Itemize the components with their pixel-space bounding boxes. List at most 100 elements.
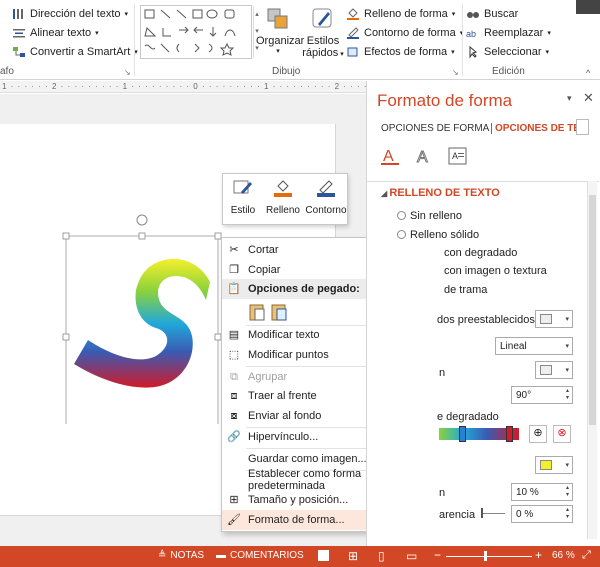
- text-direction-button[interactable]: Dirección del texto ▾: [12, 8, 128, 20]
- radio-gradient-fill[interactable]: con degradado: [444, 247, 517, 259]
- radio-pattern-fill[interactable]: de trama: [444, 284, 487, 296]
- position-label: n: [439, 487, 446, 499]
- radio-solid-fill[interactable]: Relleno sólido: [397, 229, 479, 241]
- align-text-button[interactable]: Alinear texto ▾: [12, 27, 99, 39]
- quick-styles-button[interactable]: Estilos rápidos ▾: [302, 6, 344, 59]
- selected-shape[interactable]: [60, 204, 230, 424]
- clipboard-icon: 📋: [227, 283, 241, 295]
- section-text-fill[interactable]: ◢ RELLENO DE TEXTO: [381, 187, 500, 199]
- pane-title: Formato de forma: [377, 91, 513, 110]
- svg-text:A: A: [417, 149, 428, 166]
- smartart-icon: [12, 46, 26, 58]
- add-stop-icon[interactable]: ⊕: [529, 425, 547, 443]
- pane-options-icon[interactable]: ▾: [567, 93, 572, 104]
- fill-button[interactable]: Relleno: [263, 178, 303, 216]
- shape-outline-button[interactable]: Contorno de forma▾: [346, 27, 463, 39]
- paste-as-picture-icon[interactable]: [270, 302, 288, 325]
- format-shape-pane: Formato de forma ▾ ✕ OPCIONES DE FORMA O…: [366, 81, 600, 546]
- style-button[interactable]: Estilo: [225, 178, 261, 216]
- binoculars-icon: [466, 8, 480, 20]
- find-button[interactable]: Buscar: [466, 8, 518, 20]
- effects-icon: [346, 46, 360, 58]
- radio-picture-fill[interactable]: con imagen o textura: [444, 265, 547, 277]
- close-icon[interactable]: ✕: [583, 90, 594, 106]
- fit-slide-icon[interactable]: ⤢: [582, 549, 591, 562]
- horizontal-ruler: 1 · · · · · · 2 · · · · · · · · · 1 · · …: [0, 81, 587, 93]
- replace-button[interactable]: ab Reemplazar ▾: [466, 27, 551, 39]
- copy-icon: ❐: [229, 264, 239, 276]
- transparency-spinner[interactable]: 0 % ▴ ▾: [511, 505, 573, 523]
- zoom-level[interactable]: 66 %: [552, 550, 575, 561]
- tab-shape-options[interactable]: OPCIONES DE FORMA: [381, 123, 489, 134]
- zoom-slider-thumb[interactable]: [484, 551, 487, 561]
- text-effects-icon[interactable]: A: [413, 145, 435, 170]
- mini-toolbar: Estilo Relleno Contorno: [222, 173, 348, 225]
- drawing-group-label: Dibujo: [272, 66, 301, 77]
- edit-text-icon: ▤: [228, 329, 240, 341]
- separator: [367, 181, 599, 182]
- textbox-icon[interactable]: A: [447, 145, 469, 170]
- preset-gradients-dropdown[interactable]: ▾: [535, 310, 573, 328]
- paragraph-group-label: afo: [0, 66, 14, 77]
- status-bar: ≜ NOTAS ▬ COMENTARIOS ⊞ ▯ ▭ − + 66 % ⤢: [0, 546, 600, 567]
- comment-icon: ▬: [216, 550, 226, 561]
- radio-no-fill[interactable]: Sin relleno: [397, 210, 462, 222]
- group-icon: ⧉: [230, 371, 238, 383]
- slideshow-icon[interactable]: ▭: [406, 549, 417, 563]
- svg-text:A: A: [383, 148, 394, 165]
- shape-effects-button[interactable]: Efectos de forma ▾: [346, 46, 455, 58]
- separator: [134, 4, 135, 76]
- gradient-type-dropdown[interactable]: Lineal ▾: [495, 337, 573, 355]
- replace-icon: ab: [466, 27, 480, 39]
- transparency-label: arencia: [439, 509, 476, 521]
- outline-button[interactable]: Contorno: [305, 178, 347, 216]
- pane-scrollbar[interactable]: [587, 181, 597, 539]
- preset-gradients-label: dos preestablecidos: [437, 314, 535, 326]
- collapse-ribbon-icon[interactable]: ^: [586, 68, 590, 78]
- shape-fill-button[interactable]: Relleno de forma ▾: [346, 8, 455, 20]
- dialog-launcher-icon[interactable]: ↘: [452, 68, 459, 77]
- tab-scroll[interactable]: [576, 119, 589, 135]
- selection-box: [65, 235, 219, 424]
- gradient-stop-handle[interactable]: [506, 426, 513, 442]
- pen-icon: [317, 180, 335, 197]
- paste-keep-source-icon[interactable]: [248, 302, 266, 325]
- organize-icon: [267, 8, 288, 29]
- shapes-gallery[interactable]: [140, 5, 252, 59]
- paint-bucket-icon: [346, 8, 360, 20]
- direction-dropdown[interactable]: ▾: [535, 361, 573, 379]
- bring-front-icon: ⧈: [230, 390, 238, 402]
- tab-text-options[interactable]: OPCIONES DE TEXTO: [491, 123, 589, 134]
- angle-spinner[interactable]: 90° ▴ ▾: [511, 386, 573, 404]
- notes-button[interactable]: ≜ NOTAS: [158, 550, 204, 561]
- position-spinner[interactable]: 10 % ▴ ▾: [511, 483, 573, 501]
- select-button[interactable]: Seleccionar ▾: [466, 45, 549, 59]
- text-fill-outline-icon[interactable]: A: [379, 145, 401, 170]
- organize-button[interactable]: Organizar ▾: [256, 6, 304, 55]
- zoom-slider[interactable]: [446, 556, 532, 557]
- direction-label: n: [439, 367, 446, 379]
- hyperlink-icon: 🔗: [227, 431, 241, 443]
- separator: [462, 4, 463, 76]
- edit-points-icon: ⬚: [228, 349, 240, 361]
- rotate-handle-icon: [136, 214, 148, 226]
- shapes-icons: [144, 9, 236, 56]
- paint-bucket-icon: [274, 180, 292, 197]
- convert-smartart-button[interactable]: Convertir a SmartArt ▾: [12, 46, 138, 58]
- editing-group-label: Edición: [492, 66, 525, 77]
- comments-button[interactable]: ▬ COMENTARIOS: [216, 550, 304, 561]
- dialog-launcher-icon[interactable]: ↘: [124, 68, 131, 77]
- gradient-s-shape: [74, 258, 210, 388]
- gradient-stop-handle[interactable]: [459, 426, 466, 442]
- transparency-slider-thumb[interactable]: [481, 508, 483, 518]
- zoom-out-icon[interactable]: −: [434, 548, 441, 562]
- zoom-in-icon[interactable]: +: [535, 548, 542, 562]
- normal-view-icon[interactable]: [318, 550, 329, 561]
- transparency-slider[interactable]: [481, 513, 505, 514]
- remove-stop-icon[interactable]: ⊗: [553, 425, 571, 443]
- stop-color-dropdown[interactable]: ▾: [535, 456, 573, 474]
- reading-view-icon[interactable]: ▯: [378, 549, 385, 563]
- notes-icon: ≜: [158, 550, 167, 561]
- slide-sorter-icon[interactable]: ⊞: [348, 549, 358, 563]
- cursor-icon: [466, 45, 480, 59]
